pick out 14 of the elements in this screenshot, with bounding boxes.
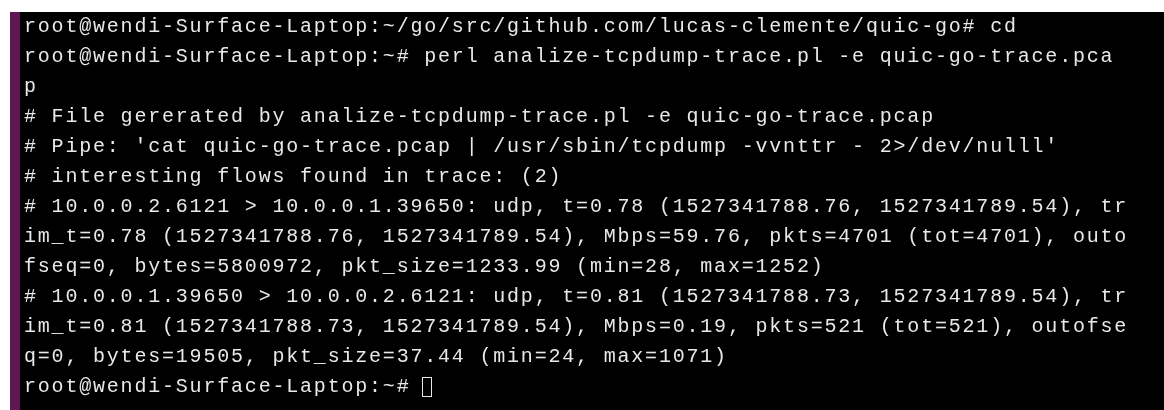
terminal-line: # interesting flows found in trace: (2) (24, 164, 563, 190)
terminal-line: # 10.0.0.1.39650 > 10.0.0.2.6121: udp, t=0.81 (1527341788.73, 1527341789.54), tr (24, 284, 1129, 310)
cursor-icon (422, 377, 433, 397)
terminal-line: p (24, 74, 38, 100)
terminal-line: # File gererated by analize-tcpdump-trace.pl -e quic-go-trace.pcap (24, 104, 935, 130)
terminal-line: root@wendi-Surface-Laptop:~# perl analize-tcpdump-trace.pl -e quic-go-trace.pca (24, 44, 1115, 70)
terminal-line: q=0, bytes=19505, pkt_size=37.44 (min=24, max=1071) (24, 344, 728, 370)
terminal-line: # 10.0.0.2.6121 > 10.0.0.1.39650: udp, t=0.78 (1527341788.76, 1527341789.54), tr (24, 194, 1129, 220)
terminal-line: fseq=0, bytes=5800972, pkt_size=1233.99 (min=28, max=1252) (24, 254, 825, 280)
terminal-line: # Pipe: 'cat quic-go-trace.pcap | /usr/sbin/tcpdump -vvnttr - 2>/dev/nulll' (24, 134, 1060, 160)
terminal-line: root@wendi-Surface-Laptop:~/go/src/github.com/lucas-clemente/quic-go# cd (24, 14, 1018, 40)
terminal-line: im_t=0.78 (1527341788.76, 1527341789.54), Mbps=59.76, pkts=4701 (tot=4701), outo (24, 224, 1129, 250)
terminal-line: root@wendi-Surface-Laptop:~# (24, 374, 411, 400)
terminal-line: im_t=0.81 (1527341788.73, 1527341789.54), Mbps=0.19, pkts=521 (tot=521), outofse (24, 314, 1129, 340)
